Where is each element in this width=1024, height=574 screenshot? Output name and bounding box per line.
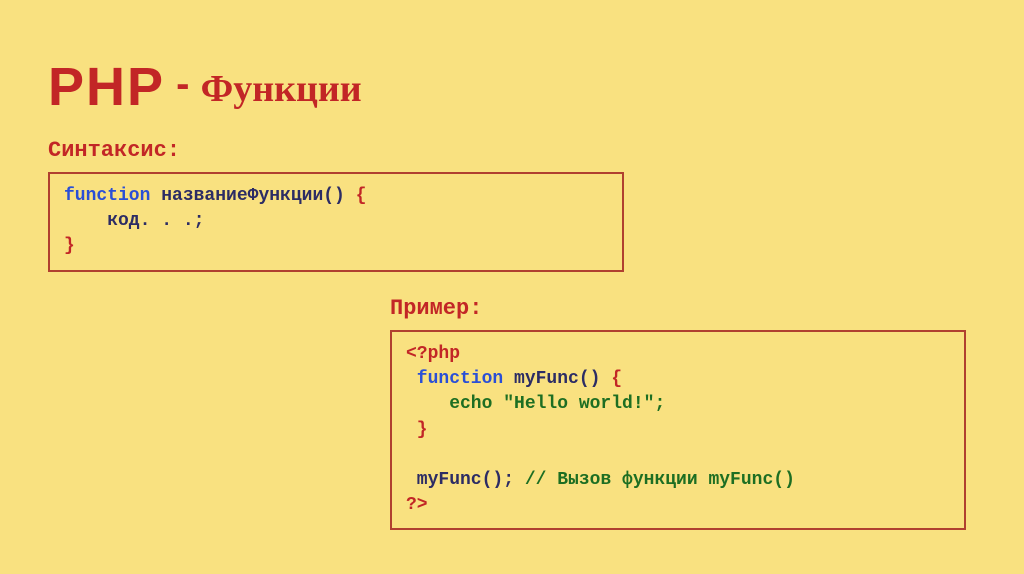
php-close-tag: ?>	[406, 493, 950, 518]
example-label: Пример:	[390, 296, 482, 321]
comment: // Вызов функции myFunc()	[525, 470, 795, 490]
title-php: PHP	[48, 57, 165, 117]
brace-open: {	[611, 369, 622, 389]
brace-open: {	[356, 186, 367, 206]
string-literal: "Hello world!";	[503, 394, 665, 414]
code-line: код. . .;	[64, 209, 608, 234]
blank-line	[406, 443, 950, 468]
code-line: function myFunc() {	[406, 367, 950, 392]
php-open-tag: <?php	[406, 342, 950, 367]
code-line: echo "Hello world!";	[406, 392, 950, 417]
code-line: function названиеФункции() {	[64, 184, 608, 209]
title-dash: -	[165, 62, 201, 106]
brace-close: }	[64, 234, 608, 259]
keyword-function: function	[406, 369, 503, 389]
slide-title: PHP - Функции	[48, 56, 362, 118]
syntax-label: Синтаксис:	[48, 138, 180, 163]
keyword-echo: echo	[406, 394, 503, 414]
function-name: названиеФункции()	[150, 186, 355, 206]
function-name: myFunc()	[503, 369, 611, 389]
brace-close: }	[406, 418, 950, 443]
title-functions: Функции	[201, 68, 362, 110]
example-code-box: <?php function myFunc() { echo "Hello wo…	[390, 330, 966, 530]
code-line: myFunc(); // Вызов функции myFunc()	[406, 468, 950, 493]
keyword-function: function	[64, 186, 150, 206]
function-call: myFunc();	[406, 470, 525, 490]
syntax-code-box: function названиеФункции() { код. . .; }	[48, 172, 624, 272]
